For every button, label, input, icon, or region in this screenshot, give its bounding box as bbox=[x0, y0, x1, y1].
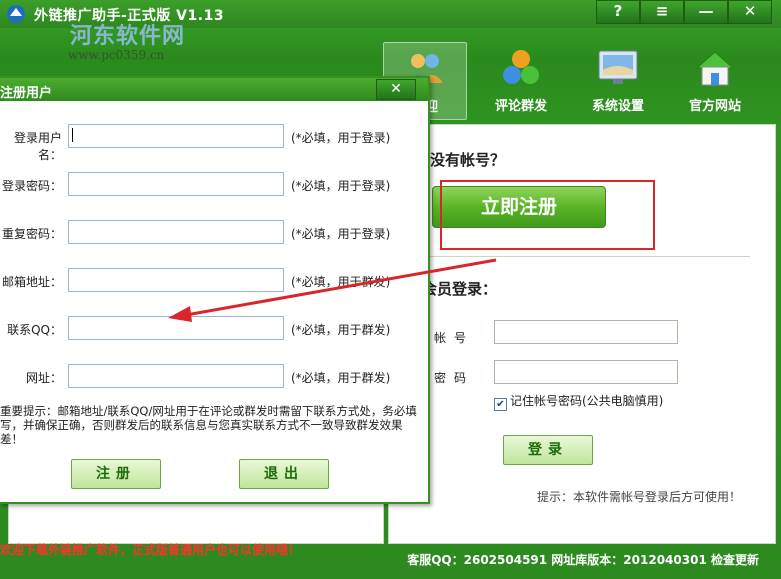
important-note: 重要提示：邮箱地址/联系QQ/网址用于在评论或群发时需留下联系方式处，务必填写，… bbox=[0, 404, 417, 446]
qq-input[interactable] bbox=[68, 316, 284, 340]
username-label: 登录用户名： bbox=[13, 131, 62, 162]
username-input[interactable] bbox=[68, 124, 284, 148]
status-welcome-text: 欢迎下载外链推广软件，正式版普通用户也可以使用哦！ bbox=[0, 543, 301, 557]
repeat-password-label: 重复密码： bbox=[1, 227, 62, 241]
repeat-password-hint: (*必填，用于登录) bbox=[291, 227, 391, 241]
monitor-icon bbox=[598, 50, 638, 84]
dialog-title: 注册用户 bbox=[0, 86, 53, 101]
text-caret bbox=[72, 128, 73, 142]
nav-settings-label: 系统设置 bbox=[591, 99, 644, 114]
house-icon bbox=[695, 51, 735, 86]
nav-official-site-label: 官方网站 bbox=[688, 99, 741, 114]
website-hint: (*必填，用于群发) bbox=[291, 371, 391, 385]
highlight-box bbox=[440, 180, 655, 250]
exit-button[interactable]: 退出 bbox=[239, 459, 329, 489]
watermark-url: www.pc0359.cn bbox=[68, 48, 165, 62]
watermark-title: 河东软件网 bbox=[70, 24, 186, 49]
status-info[interactable]: 客服QQ：2602504591 网址库版本：2012040301 检查更新 bbox=[407, 551, 759, 568]
qq-hint: (*必填，用于群发) bbox=[291, 323, 391, 337]
divider bbox=[430, 256, 750, 257]
register-button[interactable]: 注册 bbox=[71, 459, 161, 489]
password-input[interactable] bbox=[494, 360, 678, 384]
colored-balls-icon bbox=[503, 50, 539, 84]
close-button[interactable]: ✕ bbox=[728, 0, 772, 24]
checkbox-checked-icon[interactable]: ✔ bbox=[494, 398, 507, 411]
account-input[interactable] bbox=[494, 320, 678, 344]
menu-button[interactable]: ≡ bbox=[640, 0, 684, 24]
email-input[interactable] bbox=[68, 268, 284, 292]
remember-label: 记住帐号密码(公共电脑慎用) bbox=[510, 394, 664, 408]
nav-settings[interactable]: 系统设置 bbox=[577, 42, 659, 118]
password-label: 登录密码： bbox=[1, 179, 62, 193]
email-hint: (*必填，用于群发) bbox=[291, 275, 391, 289]
qq-label: 联系QQ： bbox=[7, 323, 62, 337]
minimize-button[interactable]: — bbox=[684, 0, 728, 24]
register-dialog: 注册用户 ✕ 登录用户名： (*必填，用于登录) 登录密码： (*必填，用于登录… bbox=[0, 76, 430, 504]
app-logo-icon bbox=[7, 5, 25, 23]
dialog-title-bar[interactable]: 注册用户 ✕ bbox=[0, 78, 428, 101]
left-panel bbox=[8, 500, 384, 544]
nav-comment-broadcast[interactable]: 评论群发 bbox=[480, 42, 562, 118]
nav-official-site[interactable]: 官方网站 bbox=[674, 42, 756, 118]
repeat-password-input[interactable] bbox=[68, 220, 284, 244]
website-label: 网址： bbox=[25, 371, 62, 385]
password-hint: (*必填，用于登录) bbox=[291, 179, 391, 193]
no-account-heading: 没有帐号？ bbox=[430, 151, 506, 169]
password-label: 密码 bbox=[434, 371, 475, 385]
help-button[interactable]: ? bbox=[596, 0, 640, 24]
account-label: 帐号 bbox=[434, 331, 475, 345]
username-hint: (*必填，用于登录) bbox=[291, 131, 391, 145]
remember-checkbox[interactable]: ✔ 记住帐号密码(公共电脑慎用) bbox=[494, 392, 663, 411]
member-login-heading: 会员登录： bbox=[422, 280, 498, 298]
website-input[interactable] bbox=[68, 364, 284, 388]
login-button[interactable]: 登录 bbox=[503, 435, 593, 465]
dialog-close-button[interactable]: ✕ bbox=[376, 79, 416, 100]
email-label: 邮箱地址： bbox=[1, 275, 62, 289]
password-input[interactable] bbox=[68, 172, 284, 196]
login-tip: 提示：本软件需帐号登录后方可使用！ bbox=[537, 490, 742, 504]
nav-comment-broadcast-label: 评论群发 bbox=[494, 99, 547, 114]
